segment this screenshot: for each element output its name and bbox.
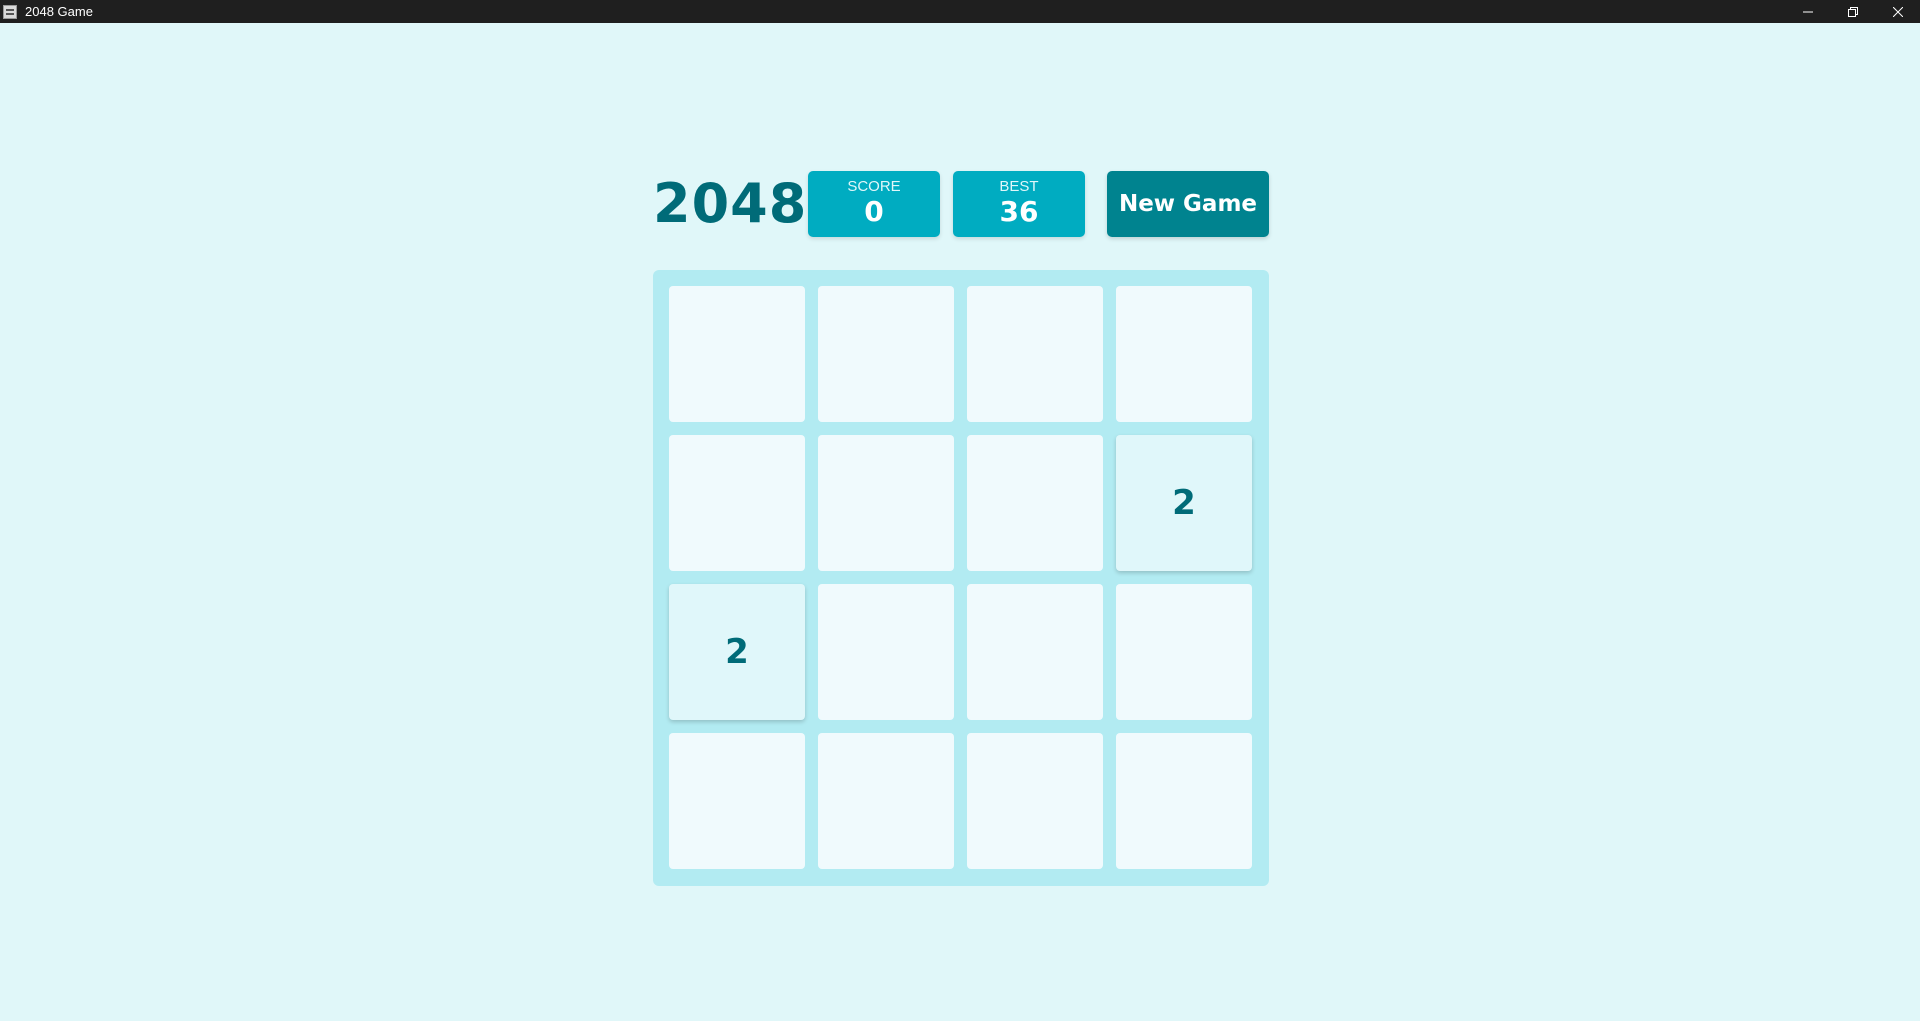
empty-cell: [818, 584, 954, 720]
score-box: SCORE 0: [808, 171, 940, 237]
window-title: 2048 Game: [25, 4, 93, 19]
tile: 2: [1116, 435, 1252, 571]
game-title: 2048: [653, 172, 808, 235]
empty-cell: [967, 435, 1103, 571]
empty-cell: [967, 584, 1103, 720]
restore-button[interactable]: [1830, 0, 1875, 23]
minimize-button[interactable]: [1785, 0, 1830, 23]
empty-cell: [818, 733, 954, 869]
minimize-icon: [1802, 11, 1813, 12]
restore-icon: [1847, 6, 1858, 17]
empty-cell: [818, 286, 954, 422]
empty-cell: [967, 733, 1103, 869]
empty-cell: [1116, 286, 1252, 422]
close-button[interactable]: [1875, 0, 1920, 23]
close-icon: [1892, 6, 1903, 17]
app-icon: [3, 4, 17, 19]
empty-cell: [669, 286, 805, 422]
empty-cell: [669, 733, 805, 869]
game-board[interactable]: 22: [653, 270, 1269, 886]
score-value: 0: [864, 195, 884, 228]
best-score-box: BEST 36: [953, 171, 1085, 237]
empty-cell: [818, 435, 954, 571]
empty-cell: [669, 435, 805, 571]
window-controls: [1785, 0, 1920, 23]
new-game-button[interactable]: New Game: [1107, 171, 1269, 237]
tile: 2: [669, 584, 805, 720]
title-bar: 2048 Game: [0, 0, 1920, 23]
empty-cell: [967, 286, 1103, 422]
empty-cell: [1116, 584, 1252, 720]
game-header: 2048 SCORE 0 BEST 36 New Game: [653, 171, 1269, 237]
best-value: 36: [999, 195, 1039, 228]
best-label: BEST: [999, 178, 1039, 195]
score-label: SCORE: [847, 178, 901, 195]
empty-cell: [1116, 733, 1252, 869]
